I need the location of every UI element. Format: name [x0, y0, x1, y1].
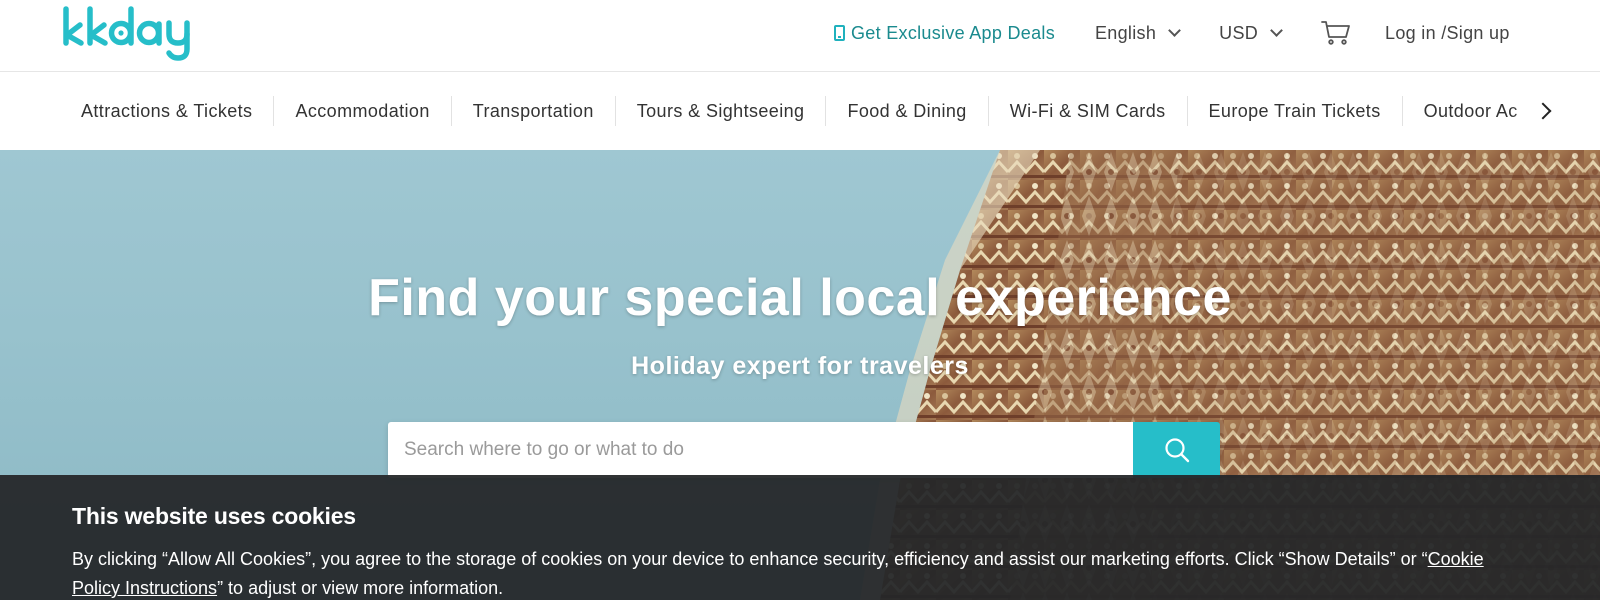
search-button[interactable] — [1133, 422, 1220, 478]
currency-selector[interactable]: USD — [1219, 22, 1283, 44]
cookie-text-main: By clicking “Allow All Cookies”, you agr… — [72, 549, 1428, 569]
search-bar — [388, 422, 1220, 478]
currency-label: USD — [1219, 22, 1259, 43]
category-transportation[interactable]: Transportation — [452, 96, 616, 126]
language-label: English — [1095, 22, 1157, 43]
category-tours-sightseeing[interactable]: Tours & Sightseeing — [616, 96, 827, 126]
hero-subtitle: Holiday expert for travelers — [631, 352, 969, 380]
language-selector[interactable]: English — [1095, 22, 1182, 44]
search-icon — [1164, 438, 1189, 463]
app-deals-label: Get Exclusive App Deals — [851, 22, 1055, 43]
mobile-phone-icon — [834, 25, 845, 41]
hero-title: Find your special local experience — [368, 269, 1232, 327]
category-europe-train-tickets[interactable]: Europe Train Tickets — [1188, 96, 1403, 126]
cookie-banner-text: By clicking “Allow All Cookies”, you agr… — [72, 545, 1512, 600]
category-fade — [1510, 72, 1600, 150]
chevron-down-icon — [1270, 24, 1283, 37]
login-signup-link[interactable]: Log in /Sign up — [1385, 23, 1510, 44]
cookie-banner: This website uses cookies By clicking “A… — [0, 475, 1600, 600]
app-deals-link[interactable]: Get Exclusive App Deals — [834, 23, 1055, 44]
header-actions: Get Exclusive App Deals English USD Log … — [834, 18, 1510, 48]
category-nav: Attractions & Tickets Accommodation Tran… — [0, 72, 1600, 150]
category-accommodation[interactable]: Accommodation — [274, 96, 452, 126]
category-attractions-tickets[interactable]: Attractions & Tickets — [60, 96, 275, 126]
shopping-cart-icon[interactable] — [1321, 20, 1351, 46]
category-list: Attractions & Tickets Accommodation Tran… — [60, 72, 1539, 150]
search-input[interactable] — [388, 422, 1133, 478]
chevron-right-icon[interactable] — [1534, 101, 1554, 121]
category-food-dining[interactable]: Food & Dining — [826, 96, 989, 126]
cookie-text-end: ” to adjust or view more information. — [217, 578, 504, 598]
category-wifi-sim-cards[interactable]: Wi-Fi & SIM Cards — [989, 96, 1188, 126]
cookie-banner-title: This website uses cookies — [72, 503, 356, 529]
top-header: Get Exclusive App Deals English USD Log … — [0, 0, 1600, 72]
kkday-logo[interactable] — [60, 3, 196, 63]
chevron-down-icon — [1168, 24, 1182, 37]
